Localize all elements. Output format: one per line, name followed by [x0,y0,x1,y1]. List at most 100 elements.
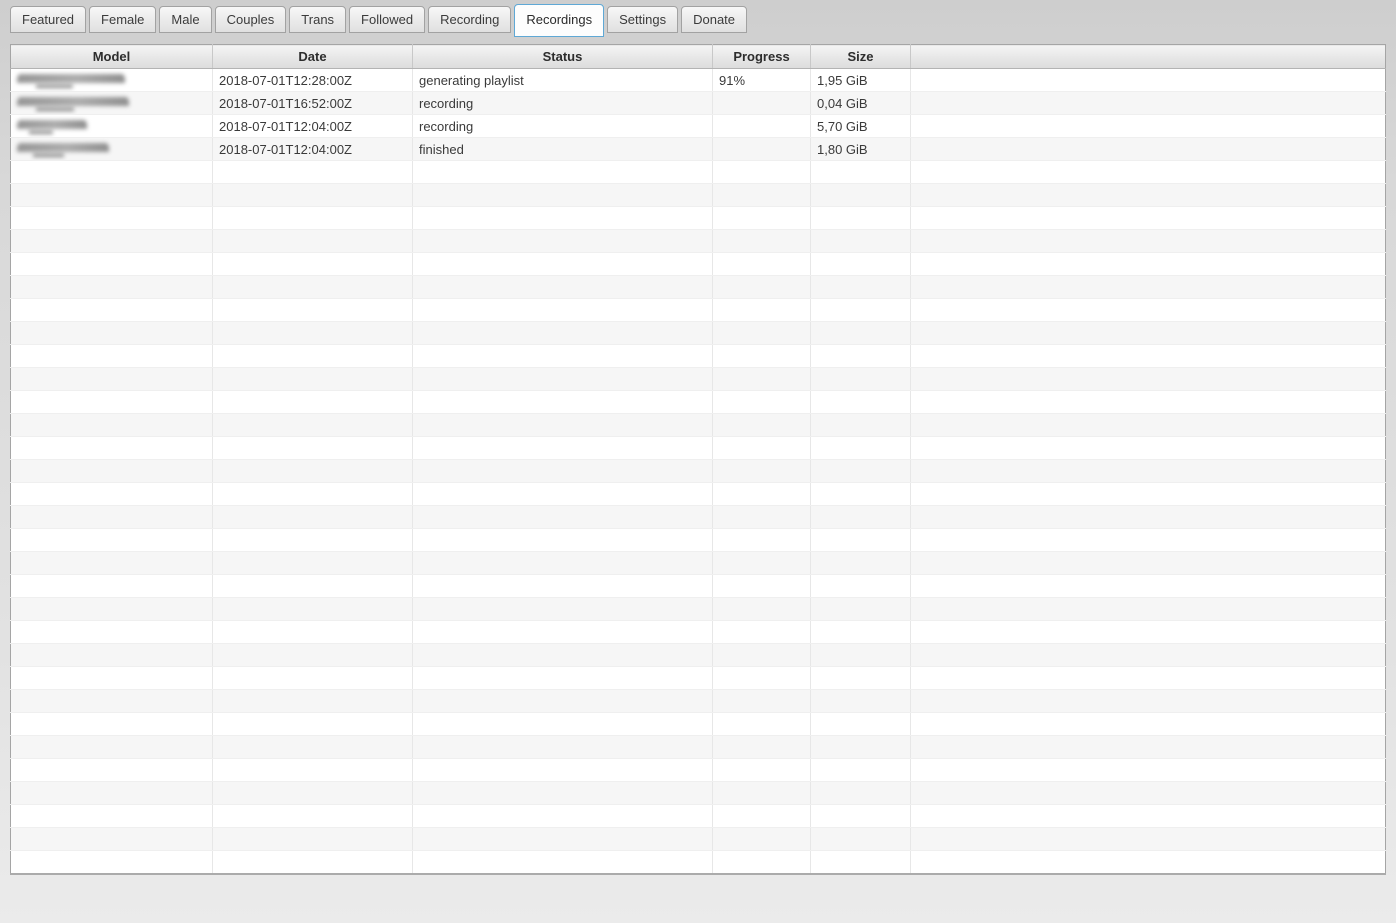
cell-filler [910,183,1386,207]
table-row-empty[interactable] [10,666,1386,690]
table-row[interactable]: 2018-07-01T12:04:00Z recording 5,70 GiB [10,114,1386,138]
cell-progress [712,252,811,276]
cell-size [810,367,911,391]
tab-followed[interactable]: Followed [349,6,426,33]
table-row-empty[interactable] [10,344,1386,368]
cell-status [412,183,713,207]
tab-settings[interactable]: Settings [607,6,679,33]
cell-filler [910,114,1386,138]
tab-label: Trans [301,12,335,27]
table-row-empty[interactable] [10,620,1386,644]
cell-size [810,758,911,782]
table-row-empty[interactable] [10,275,1386,299]
cell-status [412,597,713,621]
cell-status [412,482,713,506]
cell-status [412,298,713,322]
cell-progress [712,275,811,299]
tab-label: Settings [619,12,667,27]
cell-date [212,344,413,368]
table-row[interactable]: 2018-07-01T12:28:00Z generating playlist… [10,68,1386,92]
cell-model [10,850,213,874]
tab-donate[interactable]: Donate [681,6,748,33]
column-header-filler [910,44,1386,69]
table-row-empty[interactable] [10,574,1386,598]
tab-label: Recordings [526,12,593,27]
table-row-empty[interactable] [10,206,1386,230]
cell-filler [910,620,1386,644]
cell-filler [910,712,1386,736]
table-row-empty[interactable] [10,459,1386,483]
cell-status [412,505,713,529]
cell-size [810,620,911,644]
cell-progress [712,712,811,736]
tab-couples[interactable]: Couples [214,6,287,33]
cell-date [212,689,413,713]
tab-label: Couples [226,12,275,27]
cell-size [810,781,911,805]
table-row-empty[interactable] [10,827,1386,851]
cell-size [810,344,911,368]
cell-progress [712,436,811,460]
cell-status [412,574,713,598]
model-name-redacted [17,73,125,88]
table-row-empty[interactable] [10,321,1386,345]
column-header-date[interactable]: Date [212,44,413,69]
cell-model [10,551,213,575]
tab-featured[interactable]: Featured [10,6,87,33]
cell-model [10,459,213,483]
table-row-empty[interactable] [10,390,1386,414]
tab-male[interactable]: Male [159,6,212,33]
cell-model [10,689,213,713]
table-row-empty[interactable] [10,436,1386,460]
cell-progress [712,689,811,713]
cell-progress [712,91,811,115]
table-row-empty[interactable] [10,183,1386,207]
column-header-model[interactable]: Model [10,44,213,69]
tab-recording[interactable]: Recording [428,6,512,33]
cell-date [212,827,413,851]
table-row-empty[interactable] [10,735,1386,759]
cell-date [212,229,413,253]
table-row-empty[interactable] [10,298,1386,322]
table-row-empty[interactable] [10,850,1386,874]
cell-filler [910,298,1386,322]
table-row-empty[interactable] [10,551,1386,575]
cell-date [212,804,413,828]
cell-filler [910,850,1386,874]
table-row-empty[interactable] [10,367,1386,391]
cell-model [10,436,213,460]
table-row-empty[interactable] [10,160,1386,184]
cell-progress [712,183,811,207]
table-row-empty[interactable] [10,712,1386,736]
tab-female[interactable]: Female [89,6,157,33]
table-row-empty[interactable] [10,597,1386,621]
table-row-empty[interactable] [10,643,1386,667]
cell-filler [910,206,1386,230]
column-header-status[interactable]: Status [412,44,713,69]
table-row-empty[interactable] [10,758,1386,782]
table-row-empty[interactable] [10,689,1386,713]
tab-trans[interactable]: Trans [289,6,347,33]
cell-status [412,321,713,345]
table-row-empty[interactable] [10,413,1386,437]
table-row-empty[interactable] [10,229,1386,253]
cell-progress [712,482,811,506]
cell-progress [712,758,811,782]
table-row-empty[interactable] [10,781,1386,805]
tab-recordings[interactable]: Recordings [514,4,605,37]
table-row[interactable]: 2018-07-01T12:04:00Z finished 1,80 GiB [10,137,1386,161]
column-header-progress[interactable]: Progress [712,44,811,69]
table-row[interactable]: 2018-07-01T16:52:00Z recording 0,04 GiB [10,91,1386,115]
table-header: Model Date Status Progress Size [10,44,1386,69]
table-row-empty[interactable] [10,252,1386,276]
cell-progress: 91% [712,68,811,92]
table-row-empty[interactable] [10,505,1386,529]
table-row-empty[interactable] [10,482,1386,506]
cell-model [10,183,213,207]
table-row-empty[interactable] [10,528,1386,552]
cell-date [212,505,413,529]
table-row-empty[interactable] [10,804,1386,828]
column-header-size[interactable]: Size [810,44,911,69]
cell-status [412,390,713,414]
cell-filler [910,482,1386,506]
